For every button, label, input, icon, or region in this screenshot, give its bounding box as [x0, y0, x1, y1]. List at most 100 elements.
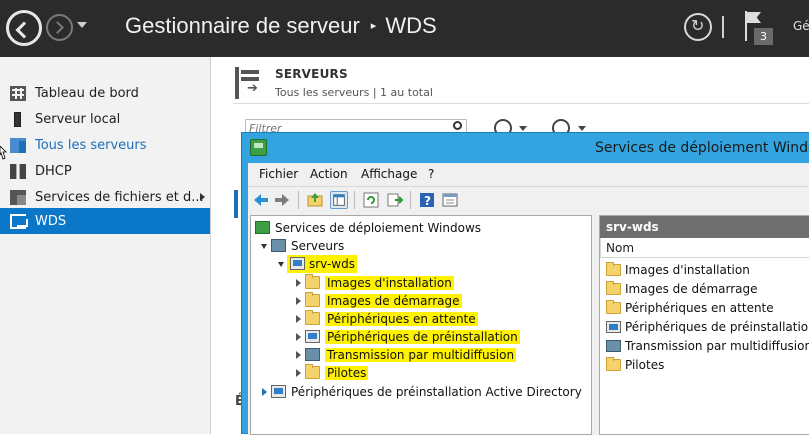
nav-item-file-services[interactable]: Services de fichiers et d...	[0, 184, 210, 210]
breadcrumb-separator: ▸	[370, 20, 377, 32]
wds-icon	[10, 214, 28, 229]
server-node-icon	[290, 257, 305, 270]
prestaged-device-icon	[305, 330, 320, 343]
nav-item-label: Services de fichiers et d...	[35, 190, 204, 205]
properties-panel-icon[interactable]	[441, 191, 459, 209]
chevron-down-icon[interactable]	[519, 126, 527, 131]
nav-item-label: Tableau de bord	[35, 86, 139, 101]
mouse-cursor-icon	[0, 146, 7, 160]
search-icon[interactable]	[453, 121, 462, 130]
results-pane-header: srv-wds	[600, 216, 809, 238]
svg-text:?: ?	[424, 194, 431, 208]
breadcrumb: Gestionnaire de serveur ▸ WDS	[125, 13, 437, 39]
tree-item-label: Pilotes	[325, 366, 369, 380]
tree-item-label: Serveurs	[291, 239, 345, 253]
tree-item-label: Images d'installation	[325, 276, 454, 290]
tile-title: SERVEURS	[275, 67, 348, 81]
console-tree: Services de déploiement Windows Serveurs…	[250, 215, 592, 435]
nav-item-all-servers[interactable]: Tous les serveurs	[0, 132, 210, 158]
multicast-icon	[606, 340, 621, 352]
menu-affichage[interactable]: Affichage	[361, 167, 417, 181]
up-folder-icon[interactable]	[306, 191, 324, 209]
folder-icon	[606, 281, 621, 295]
menu-action[interactable]: Action	[310, 167, 348, 181]
ad-prestaged-icon	[271, 385, 286, 398]
nav-item-label: WDS	[35, 214, 67, 229]
dashboard-grid-icon	[10, 86, 26, 101]
file-services-icon	[10, 190, 26, 205]
expand-arrow-icon[interactable]	[296, 315, 301, 323]
collapse-arrow-icon[interactable]	[261, 244, 267, 249]
expand-arrow-icon[interactable]	[296, 297, 301, 305]
toolbar: ?	[248, 186, 809, 212]
list-item-label: Pilotes	[625, 358, 665, 372]
nav-item-dashboard[interactable]: Tableau de bord	[0, 80, 210, 106]
window-body: Fichier Action Affichage ? ? Services de…	[248, 163, 809, 435]
nav-item-label: DHCP	[35, 164, 72, 179]
manage-menu[interactable]: Gé	[793, 19, 809, 33]
server-icon	[14, 112, 21, 127]
folder-icon	[606, 262, 621, 276]
history-dropdown-icon[interactable]	[77, 22, 87, 28]
folder-icon	[305, 292, 320, 307]
chevron-down-icon[interactable]	[578, 126, 586, 131]
expand-arrow-icon[interactable]	[296, 351, 301, 359]
nav-item-dhcp[interactable]: DHCP	[0, 158, 210, 184]
menu-bar: Fichier Action Affichage ?	[248, 163, 809, 185]
wds-console-window[interactable]: Services de déploiement Windows Fichier …	[241, 132, 809, 435]
tree-item-label: Périphériques de préinstallation Active …	[291, 385, 582, 399]
refresh-icon[interactable]	[684, 13, 712, 41]
results-pane: srv-wds Nom Images d'installation Images…	[599, 215, 809, 435]
expand-arrow-icon[interactable]	[296, 369, 301, 377]
refresh-icon[interactable]	[362, 191, 380, 209]
back-arrow-icon[interactable]	[252, 191, 270, 209]
tile-divider	[233, 103, 809, 104]
tree-item-label: Images de démarrage	[325, 294, 462, 308]
tile-subtitle: Tous les serveurs | 1 au total	[275, 86, 433, 99]
breadcrumb-current: WDS	[385, 13, 437, 38]
toolbar-separator	[298, 191, 299, 209]
drivers-folder-icon	[305, 364, 320, 379]
wds-app-icon[interactable]	[250, 139, 267, 156]
tree-item-label: Périphériques en attente	[325, 312, 478, 326]
app-title: Gestionnaire de serveur	[125, 13, 360, 38]
expand-arrow-icon[interactable]	[200, 193, 205, 201]
expand-arrow-icon[interactable]	[296, 279, 301, 287]
list-item-label: Périphériques en attente	[625, 301, 774, 315]
nav-item-wds[interactable]: WDS	[0, 208, 210, 234]
tree-item-label: Transmission par multidiffusion	[325, 348, 517, 362]
nav-item-label: Serveur local	[35, 112, 121, 127]
list-item-label: Images d'installation	[625, 263, 750, 277]
pending-devices-icon	[606, 300, 621, 314]
column-header-label: Nom	[606, 241, 635, 255]
show-hide-tree-icon[interactable]	[330, 191, 348, 209]
nav-item-local-server[interactable]: Serveur local	[0, 106, 210, 132]
forward-arrow-icon[interactable]	[46, 14, 73, 41]
menu-help[interactable]: ?	[428, 167, 434, 181]
list-item-label: Périphériques de préinstallation	[625, 320, 809, 334]
back-arrow-icon[interactable]	[6, 10, 42, 46]
list-item-label: Transmission par multidiffusion	[625, 339, 809, 353]
header-divider	[722, 16, 724, 38]
toolbar-separator	[354, 191, 355, 209]
servers-icon	[10, 138, 26, 153]
export-list-icon[interactable]	[386, 191, 404, 209]
tree-item-label: srv-wds	[309, 257, 355, 271]
toolbar-separator	[410, 191, 411, 209]
list-item-label: Images de démarrage	[625, 282, 758, 296]
servers-tile-icon	[235, 67, 261, 99]
menu-fichier[interactable]: Fichier	[259, 167, 298, 181]
servers-group-icon	[271, 239, 286, 252]
window-title: Services de déploiement Windows	[595, 140, 809, 156]
notification-count-badge: 3	[754, 28, 773, 45]
help-icon[interactable]: ?	[418, 191, 436, 209]
left-navigation: Tableau de bord Serveur local Tous les s…	[0, 57, 211, 434]
tree-item-label: Services de déploiement Windows	[275, 221, 482, 235]
expand-arrow-icon[interactable]	[296, 333, 301, 341]
forward-arrow-icon[interactable]	[273, 191, 291, 209]
expand-arrow-icon[interactable]	[262, 388, 267, 396]
collapse-arrow-icon[interactable]	[278, 262, 284, 267]
column-header-name[interactable]: Nom	[600, 238, 809, 258]
pending-devices-icon	[305, 310, 320, 325]
multicast-icon	[305, 348, 320, 361]
